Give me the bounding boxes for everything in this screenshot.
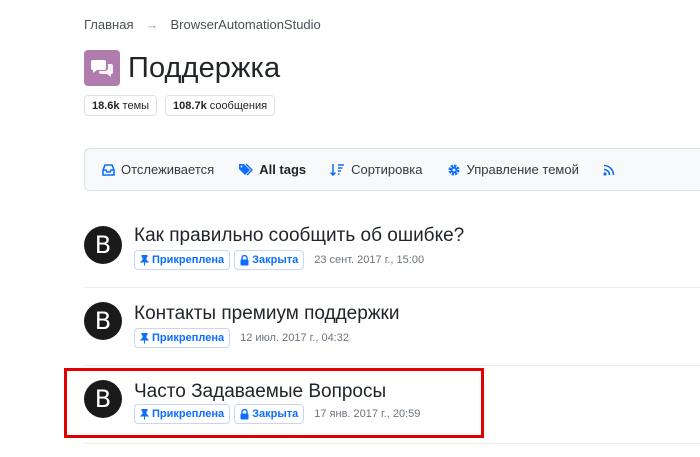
divider [84, 365, 700, 366]
category-header: Поддержка [84, 49, 280, 87]
lock-icon [240, 254, 249, 265]
topic-title[interactable]: Контакты премиум поддержки [134, 303, 399, 325]
avatar-letter: B [94, 306, 112, 335]
locked-label: Закрыта [252, 408, 299, 420]
avatar[interactable]: B [84, 380, 122, 418]
tags-icon [239, 163, 254, 176]
topic-row[interactable]: B Как правильно сообщить об ошибке? Прик… [84, 224, 700, 270]
breadcrumb: Главная → BrowserAutomationStudio [84, 15, 321, 33]
topic-toolbar: Отслеживается All tags Сортировка Управл… [84, 148, 700, 191]
avatar[interactable]: B [84, 226, 122, 264]
posts-label: сообщения [209, 99, 268, 112]
rss-button[interactable] [603, 149, 621, 190]
pinned-badge: Прикреплена [134, 404, 231, 424]
pin-icon [140, 332, 149, 343]
category-stats: 18.6k темы 108.7k сообщения [84, 95, 276, 116]
topics-count-pill: 18.6k темы [84, 95, 158, 116]
topic-row[interactable]: B Часто Задаваемые Вопросы Прикреплена З… [84, 380, 700, 426]
pinned-badge: Прикреплена [134, 328, 231, 348]
pin-icon [140, 254, 149, 265]
posts-count: 108.7k [173, 99, 207, 112]
topic-meta: Прикреплена Закрыта 23 сент. 2017 г., 15… [134, 250, 424, 270]
topic-title[interactable]: Часто Задаваемые Вопросы [134, 381, 386, 403]
breadcrumb-separator: → [145, 16, 159, 32]
locked-badge: Закрыта [234, 250, 305, 270]
manage-topic-button[interactable]: Управление темой [447, 149, 579, 190]
inbox-icon [102, 163, 115, 176]
pin-icon [140, 408, 149, 419]
topic-meta: Прикреплена 12 июл. 2017 г., 04:32 [134, 328, 349, 348]
sort-label: Сортировка [351, 162, 423, 177]
topic-meta: Прикреплена Закрыта 17 янв. 2017 г., 20:… [134, 404, 420, 424]
sort-icon [330, 164, 345, 176]
breadcrumb-current[interactable]: BrowserAutomationStudio [170, 17, 320, 32]
chat-bubbles-icon [84, 50, 120, 86]
avatar-letter: B [94, 230, 112, 259]
sort-button[interactable]: Сортировка [330, 149, 423, 190]
lock-icon [240, 408, 249, 419]
page-title: Поддержка [128, 51, 281, 84]
all-tags-label: All tags [259, 162, 307, 177]
manage-topic-label: Управление темой [466, 162, 579, 177]
rss-icon [603, 164, 615, 176]
locked-badge: Закрыта [234, 404, 305, 424]
watching-button[interactable]: Отслеживается [102, 149, 214, 190]
breadcrumb-home[interactable]: Главная [84, 17, 133, 32]
pinned-label: Прикреплена [152, 254, 225, 266]
topic-row[interactable]: B Контакты премиум поддержки Прикреплена… [84, 302, 700, 348]
locked-label: Закрыта [252, 254, 299, 266]
topic-date: 23 сент. 2017 г., 15:00 [314, 254, 425, 266]
all-tags-button[interactable]: All tags [238, 149, 306, 190]
divider [84, 443, 700, 444]
topic-date: 12 июл. 2017 г., 04:32 [240, 332, 349, 344]
avatar-letter: B [94, 384, 112, 413]
pinned-badge: Прикреплена [134, 250, 231, 270]
watching-label: Отслеживается [121, 162, 215, 177]
divider [84, 287, 700, 288]
topics-label: темы [122, 99, 150, 112]
posts-count-pill: 108.7k сообщения [165, 95, 276, 116]
topic-title[interactable]: Как правильно сообщить об ошибке? [134, 225, 464, 247]
pinned-label: Прикреплена [152, 408, 225, 420]
pinned-label: Прикреплена [152, 332, 225, 344]
topics-count: 18.6k [92, 99, 120, 112]
topic-date: 17 янв. 2017 г., 20:59 [314, 408, 421, 420]
gear-icon [448, 164, 460, 175]
avatar[interactable]: B [84, 302, 122, 340]
